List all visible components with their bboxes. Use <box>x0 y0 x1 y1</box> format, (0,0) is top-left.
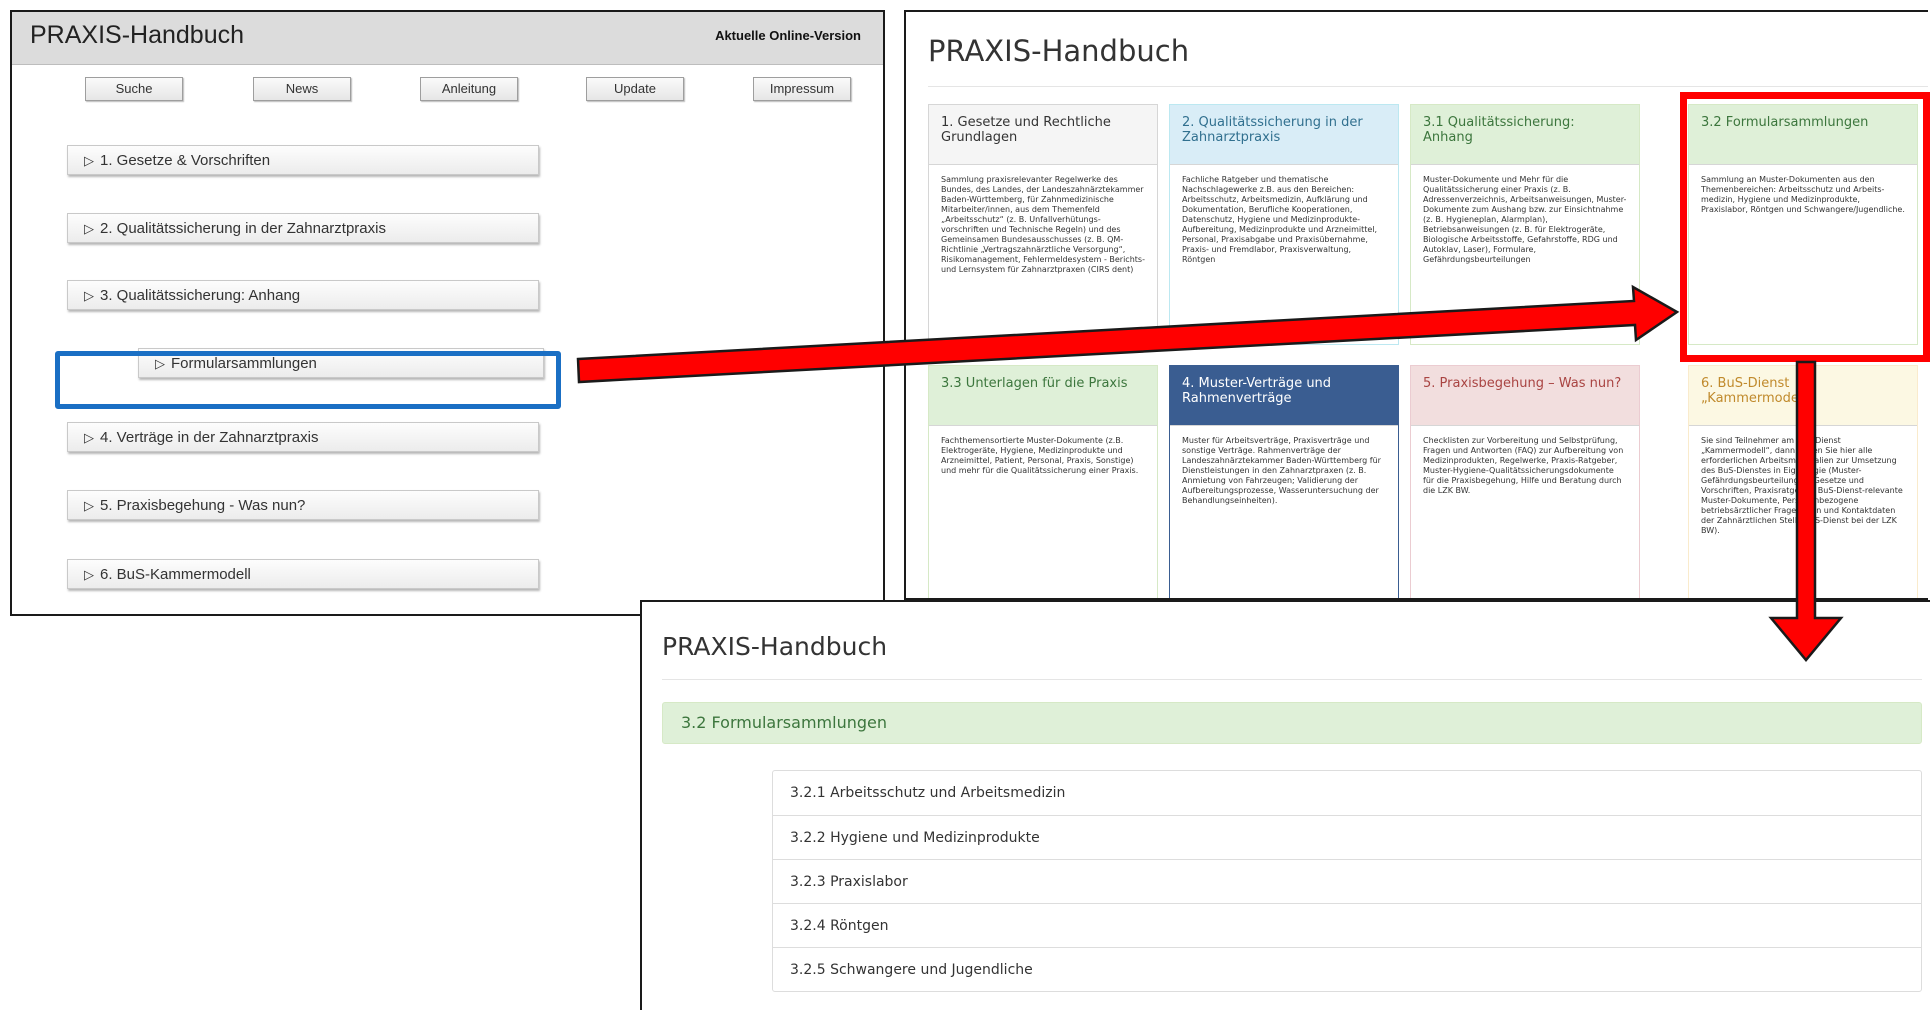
tile-title: 5. Praxisbegehung – Was nun? <box>1411 366 1639 426</box>
tile-description: Sie sind Teilnehmer am BuS-Dienst „Kamme… <box>1701 436 1903 535</box>
old-menu-item-label: 4. Verträge in der Zahnarztpraxis <box>100 429 319 446</box>
tile-vertraege[interactable]: 4. Muster-Verträge und Rahmenverträge Mu… <box>1169 365 1399 598</box>
list-item-schwangere[interactable]: 3.2.5 Schwangere und Jugendliche <box>773 947 1921 991</box>
tile-description: Muster-Dokumente und Mehr für die Qualit… <box>1423 175 1627 264</box>
news-button[interactable]: News <box>253 77 351 101</box>
triangle-right-icon: ▷ <box>84 567 94 582</box>
old-header: PRAXIS-Handbuch Aktuelle Online-Version <box>12 12 883 65</box>
imprint-button[interactable]: Impressum <box>753 77 851 101</box>
title-divider <box>928 86 1928 87</box>
old-menu-item-label: 6. BuS-Kammermodell <box>100 566 251 583</box>
online-version-link[interactable]: Aktuelle Online-Version <box>715 28 861 43</box>
red-highlight-frame <box>1680 92 1930 362</box>
tile-description: Sammlung praxisrelevanter Regelwerke des… <box>941 175 1145 274</box>
tile-praxisbegehung[interactable]: 5. Praxisbegehung – Was nun? Checklisten… <box>1410 365 1640 598</box>
detail-window: PRAXIS-Handbuch 3.2 Formularsammlungen 3… <box>640 600 1930 1010</box>
old-menu-item-qualitaet[interactable]: ▷ 2. Qualitätssicherung in der Zahnarztpr… <box>67 213 539 243</box>
triangle-right-icon: ▷ <box>84 498 94 513</box>
old-page-title: PRAXIS-Handbuch <box>30 21 245 49</box>
update-button[interactable]: Update <box>586 77 684 101</box>
old-menu-item-praxisbegehung[interactable]: ▷ 5. Praxisbegehung - Was nun? <box>67 490 539 520</box>
triangle-right-icon: ▷ <box>84 430 94 445</box>
list-item-roentgen[interactable]: 3.2.4 Röntgen <box>773 903 1921 947</box>
tile-title: 3.1 Qualitätssicherung: Anhang <box>1411 105 1639 165</box>
triangle-right-icon: ▷ <box>84 288 94 303</box>
tile-title: 2. Qualitätssicherung in der Zahnarztpra… <box>1170 105 1398 165</box>
tile-title: 6. BuS-Dienst „Kammermodell“ <box>1689 366 1917 426</box>
guide-button[interactable]: Anleitung <box>420 77 518 101</box>
section-panel-header[interactable]: 3.2 Formularsammlungen <box>662 702 1922 744</box>
tile-title: 4. Muster-Verträge und Rahmenverträge <box>1170 366 1398 426</box>
old-menu-item-label: 2. Qualitätssicherung in der Zahnarztpra… <box>100 220 386 237</box>
old-menu-item-vertraege[interactable]: ▷ 4. Verträge in der Zahnarztpraxis <box>67 422 539 452</box>
tile-title: 3.3 Unterlagen für die Praxis <box>929 366 1157 426</box>
old-menu-item-gesetze[interactable]: ▷ 1. Gesetze & Vorschriften <box>67 145 539 175</box>
triangle-right-icon: ▷ <box>84 153 94 168</box>
tile-description: Checklisten zur Vorbereitung und Selbstp… <box>1423 436 1624 495</box>
list-item-praxislabor[interactable]: 3.2.3 Praxislabor <box>773 859 1921 903</box>
detail-page-title: PRAXIS-Handbuch <box>662 632 888 661</box>
old-handbook-window: PRAXIS-Handbuch Aktuelle Online-Version … <box>10 10 885 616</box>
tile-description: Fachliche Ratgeber und thematische Nachs… <box>1182 175 1378 264</box>
old-menu-item-anhang[interactable]: ▷ 3. Qualitätssicherung: Anhang <box>67 280 539 310</box>
old-menu-item-bus[interactable]: ▷ 6. BuS-Kammermodell <box>67 559 539 589</box>
tile-qualitaetssicherung[interactable]: 2. Qualitätssicherung in der Zahnarztpra… <box>1169 104 1399 345</box>
old-menu-item-label: 1. Gesetze & Vorschriften <box>100 152 271 169</box>
blue-highlight-frame <box>55 351 561 409</box>
old-menu-item-label: 3. Qualitätssicherung: Anhang <box>100 287 301 304</box>
tile-page-title: PRAXIS-Handbuch <box>928 34 1190 68</box>
old-menu-item-label: 5. Praxisbegehung - Was nun? <box>100 497 306 514</box>
search-button[interactable]: Suche <box>85 77 183 101</box>
tile-bus-dienst[interactable]: 6. BuS-Dienst „Kammermodell“ Sie sind Te… <box>1688 365 1918 598</box>
list-item-hygiene[interactable]: 3.2.2 Hygiene und Medizinprodukte <box>773 815 1921 859</box>
tile-description: Muster für Arbeitsverträge, Praxisverträ… <box>1182 436 1381 505</box>
tile-gesetze[interactable]: 1. Gesetze und Rechtliche Grundlagen Sam… <box>928 104 1158 345</box>
title-divider <box>662 679 1922 680</box>
tile-anhang[interactable]: 3.1 Qualitätssicherung: Anhang Muster-Do… <box>1410 104 1640 345</box>
triangle-right-icon: ▷ <box>84 221 94 236</box>
list-item-arbeitsschutz[interactable]: 3.2.1 Arbeitsschutz und Arbeitsmedizin <box>773 771 1921 815</box>
tile-description: Fachthemensortierte Muster-Dokumente (z.… <box>941 436 1139 475</box>
subsection-list: 3.2.1 Arbeitsschutz und Arbeitsmedizin 3… <box>772 770 1922 992</box>
tile-unterlagen[interactable]: 3.3 Unterlagen für die Praxis Fachthemen… <box>928 365 1158 598</box>
tile-title: 1. Gesetze und Rechtliche Grundlagen <box>929 105 1157 165</box>
